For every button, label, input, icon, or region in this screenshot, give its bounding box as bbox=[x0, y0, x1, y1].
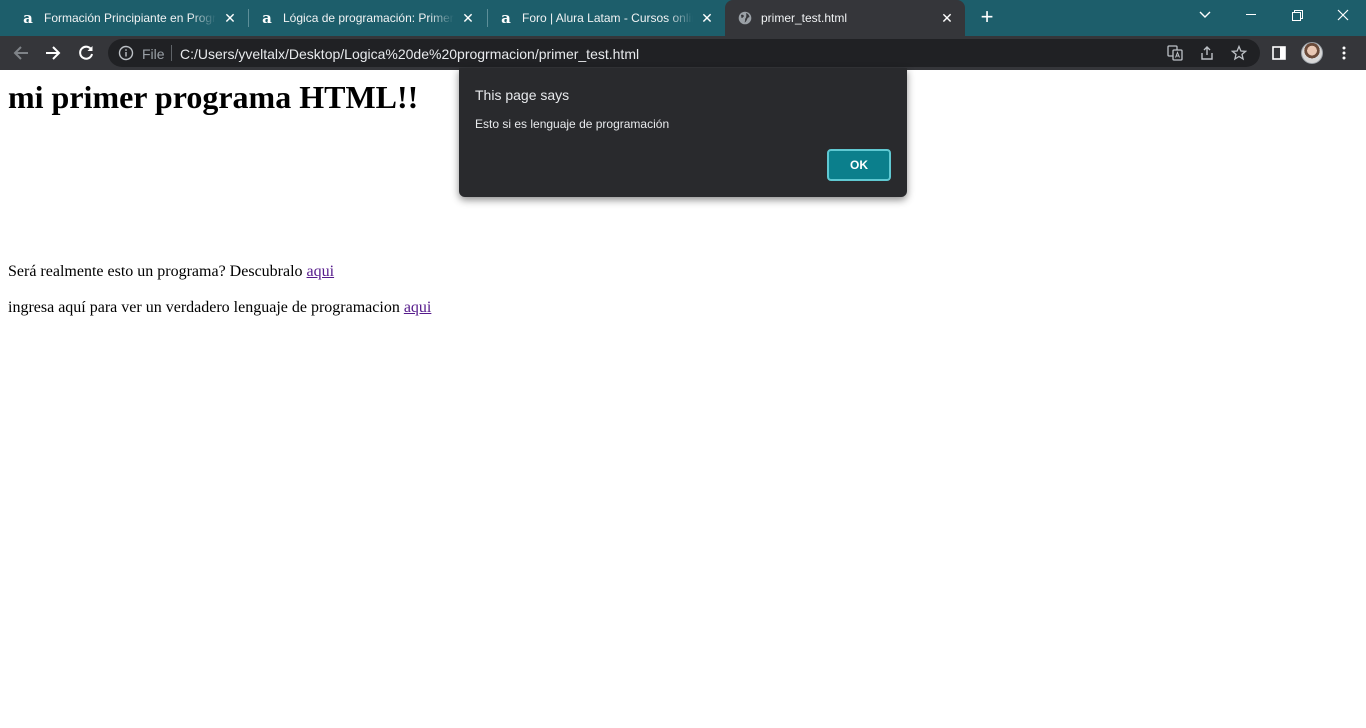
close-icon[interactable]: ✕ bbox=[460, 10, 476, 26]
restore-icon bbox=[1291, 9, 1303, 21]
tab-title: Formación Principiante en Programación bbox=[44, 11, 216, 25]
close-icon[interactable]: ✕ bbox=[939, 10, 955, 26]
tab-title: Lógica de programación: Primeros pasos bbox=[283, 11, 454, 25]
menu-button[interactable] bbox=[1331, 40, 1357, 66]
tab-title: primer_test.html bbox=[761, 11, 848, 25]
tab-formacion-principiante[interactable]: a Formación Principiante en Programación… bbox=[0, 0, 248, 36]
chevron-down-icon bbox=[1199, 11, 1211, 18]
paragraph-programa: Será realmente esto un programa? Descubr… bbox=[8, 263, 334, 281]
new-tab-button[interactable]: + bbox=[976, 6, 998, 29]
share-icon[interactable] bbox=[1198, 44, 1216, 62]
alura-icon: a bbox=[23, 9, 33, 27]
ok-button[interactable]: OK bbox=[827, 149, 891, 181]
back-button[interactable] bbox=[8, 40, 34, 66]
info-icon[interactable] bbox=[118, 45, 134, 61]
close-icon bbox=[1337, 9, 1349, 21]
side-panel-button[interactable] bbox=[1266, 40, 1292, 66]
tab-search-button[interactable] bbox=[1182, 0, 1228, 30]
paragraph-lenguaje: ingresa aquí para ver un verdadero lengu… bbox=[8, 299, 431, 317]
tab-strip: a Formación Principiante en Programación… bbox=[0, 0, 1366, 36]
minimize-button[interactable] bbox=[1228, 0, 1274, 30]
close-icon[interactable]: ✕ bbox=[222, 10, 238, 26]
paragraph-text: ingresa aquí para ver un verdadero lengu… bbox=[8, 299, 404, 316]
reload-icon bbox=[79, 45, 93, 60]
paragraph-text: Será realmente esto un programa? Descubr… bbox=[8, 263, 307, 280]
address-bar[interactable]: File C:/Users/yveltalx/Desktop/Logica%20… bbox=[108, 39, 1260, 67]
link-aqui-programa[interactable]: aqui bbox=[307, 263, 335, 280]
arrow-right-icon bbox=[46, 46, 61, 60]
close-icon[interactable]: ✕ bbox=[699, 10, 715, 26]
restore-button[interactable] bbox=[1274, 0, 1320, 30]
alura-icon: a bbox=[262, 9, 272, 27]
translate-icon[interactable] bbox=[1166, 44, 1184, 62]
alert-dialog: This page says Esto si es lenguaje de pr… bbox=[459, 68, 907, 197]
tab-logica-programacion[interactable]: a Lógica de programación: Primeros pasos… bbox=[249, 0, 486, 36]
star-icon[interactable] bbox=[1230, 44, 1248, 62]
avatar[interactable] bbox=[1301, 42, 1323, 64]
minimize-icon bbox=[1246, 14, 1256, 15]
tab-primer-test[interactable]: primer_test.html ✕ bbox=[725, 0, 965, 36]
more-vertical-icon bbox=[1342, 46, 1346, 60]
dialog-message: Esto si es lenguaje de programación bbox=[475, 117, 670, 131]
arrow-left-icon bbox=[13, 46, 28, 60]
globe-icon bbox=[737, 10, 753, 26]
link-aqui-lenguaje[interactable]: aqui bbox=[404, 299, 432, 316]
close-window-button[interactable] bbox=[1320, 0, 1366, 30]
alura-icon: a bbox=[501, 9, 511, 27]
browser-toolbar: File C:/Users/yveltalx/Desktop/Logica%20… bbox=[0, 36, 1366, 70]
scheme-label: File bbox=[142, 46, 165, 62]
side-panel-icon bbox=[1272, 46, 1286, 60]
reload-button[interactable] bbox=[73, 40, 99, 66]
forward-button[interactable] bbox=[40, 40, 66, 66]
tab-foro-alura[interactable]: a Foro | Alura Latam - Cursos online de … bbox=[488, 0, 725, 36]
page-title: mi primer programa HTML!! bbox=[8, 79, 419, 115]
url-text[interactable]: C:/Users/yveltalx/Desktop/Logica%20de%20… bbox=[180, 46, 639, 62]
dialog-title: This page says bbox=[475, 87, 570, 103]
tab-title: Foro | Alura Latam - Cursos online de te… bbox=[522, 11, 693, 25]
address-divider bbox=[171, 45, 172, 61]
